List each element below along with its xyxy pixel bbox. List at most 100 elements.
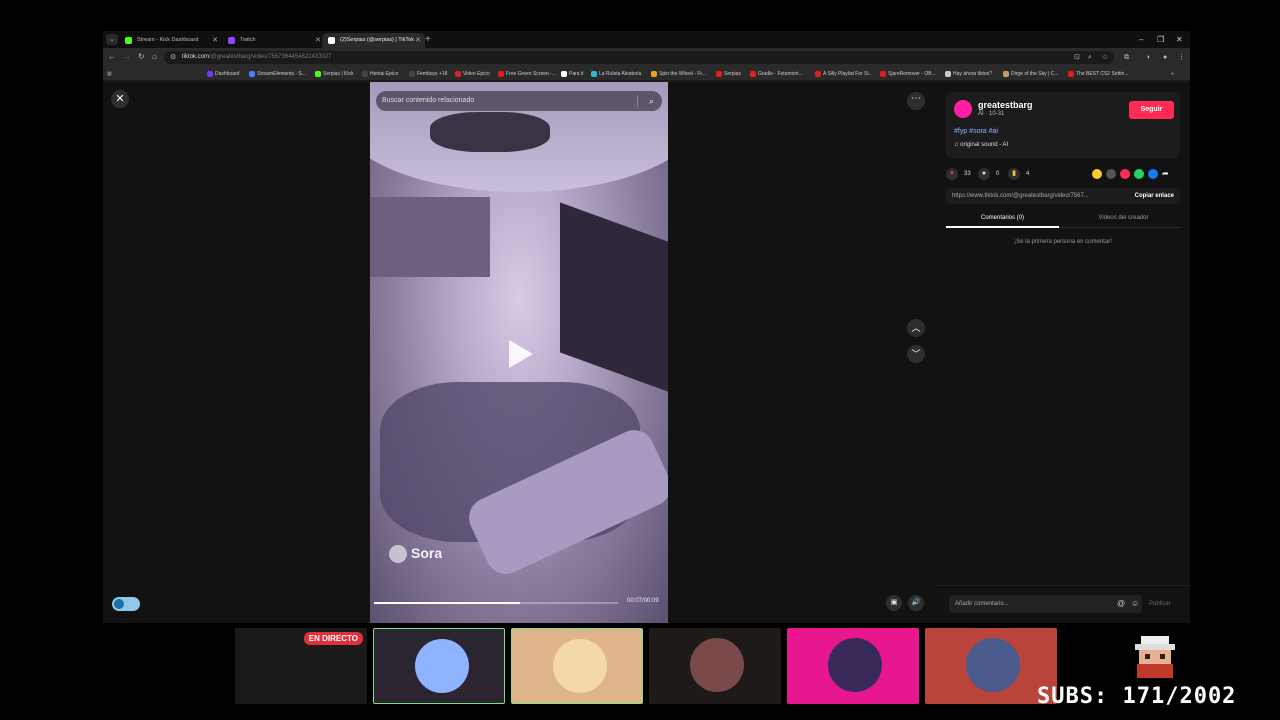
bookmark-icon bbox=[455, 71, 461, 77]
progress-fill bbox=[374, 602, 521, 604]
comment-input[interactable]: Añadir comentario... @ ☺ bbox=[949, 595, 1142, 613]
whatsapp-icon[interactable] bbox=[1134, 169, 1144, 179]
follow-button[interactable]: Seguir bbox=[1129, 101, 1174, 119]
mention-icon[interactable]: @ bbox=[1117, 595, 1125, 613]
tab-label: (2)Serpias (@serpias) | TikTok bbox=[340, 37, 414, 43]
subs-counter: SUBS: 171/2002 bbox=[1037, 684, 1237, 709]
home-button[interactable]: ⌂ bbox=[152, 51, 157, 63]
avatar bbox=[415, 639, 469, 693]
bookmark-para-ti[interactable]: Para ti bbox=[561, 69, 583, 79]
previous-video-icon[interactable]: ︿ bbox=[907, 319, 925, 337]
like-button[interactable]: ♥ 33 bbox=[946, 166, 971, 182]
search-icon[interactable]: ⌕ bbox=[649, 91, 654, 111]
more-bookmarks-icon[interactable]: » bbox=[1171, 69, 1174, 79]
avatar[interactable] bbox=[954, 100, 972, 118]
comment-button[interactable]: ● 0 bbox=[978, 166, 999, 182]
minimize-button[interactable]: – bbox=[1139, 33, 1143, 47]
streamer-slot bbox=[649, 628, 781, 704]
bookmark-star-icon[interactable]: ☆ bbox=[1102, 52, 1108, 63]
forward-button[interactable]: → bbox=[123, 51, 131, 63]
bookmark-spin-wheel[interactable]: Spin the Wheel - Fr... bbox=[651, 69, 706, 79]
account-icon[interactable]: ◐ bbox=[1147, 52, 1151, 63]
toggle-knob bbox=[114, 599, 124, 609]
save-count: 4 bbox=[1026, 171, 1030, 177]
close-tab-icon[interactable]: ✕ bbox=[415, 33, 421, 48]
bookmark-gradle[interactable]: Gradle - Fotomont... bbox=[750, 69, 803, 79]
related-search-input[interactable]: Buscar contenido relacionado ⌕ bbox=[376, 91, 662, 111]
tab-label: Stream - Kick Dashboard bbox=[137, 37, 199, 43]
autoscroll-toggle[interactable] bbox=[112, 597, 140, 611]
copy-link-button[interactable]: Copiar enlace bbox=[1135, 188, 1174, 204]
bookmark-femboys[interactable]: Femboys +18 bbox=[409, 69, 447, 79]
close-icon[interactable]: ✕ bbox=[111, 90, 129, 108]
bookmark-icon bbox=[315, 71, 321, 77]
bookmark-green-screen[interactable]: Free Green Screen -... bbox=[498, 69, 556, 79]
close-tab-icon[interactable]: ✕ bbox=[212, 33, 218, 48]
sora-logo-icon bbox=[389, 545, 407, 564]
bookmark-streamelements[interactable]: StreamElements - S... bbox=[249, 69, 306, 79]
save-button[interactable]: ▮ 4 bbox=[1008, 166, 1029, 182]
play-icon[interactable] bbox=[509, 340, 533, 368]
extensions-icon[interactable]: ⧉ bbox=[1124, 52, 1129, 63]
bookmark-label: The BEST CS2 Settin... bbox=[1076, 71, 1129, 77]
video-player[interactable]: Buscar contenido relacionado ⌕ Sora 00:0… bbox=[370, 82, 668, 623]
new-tab-button[interactable]: + bbox=[425, 33, 431, 47]
bookmark-silly-playlist[interactable]: A Silly Playlist For Si... bbox=[815, 69, 873, 79]
reload-button[interactable]: ↻ bbox=[138, 51, 145, 63]
like-count: 33 bbox=[964, 171, 971, 177]
bookmark-tiktos[interactable]: Hay ahora tiktos? bbox=[945, 69, 992, 79]
bookmark-icon bbox=[815, 71, 821, 77]
bookmark-label: Serpias | Kick bbox=[323, 71, 354, 77]
menu-icon[interactable]: ⋮ bbox=[1178, 52, 1185, 63]
close-window-button[interactable]: ✕ bbox=[1176, 33, 1183, 47]
facebook-icon[interactable] bbox=[1148, 169, 1158, 179]
bookmark-video-epico[interactable]: Video Epico bbox=[455, 69, 490, 79]
bookmark-dirge[interactable]: Dirge of the Sky | C... bbox=[1003, 69, 1058, 79]
creator-subtitle: AI · 10-31 bbox=[978, 111, 1005, 117]
tab-twitch[interactable]: Twitch ✕ bbox=[222, 33, 325, 48]
bookmark-label: Spin the Wheel - Fr... bbox=[659, 71, 706, 77]
bookmark-sjareremover[interactable]: SjareRemover - OB... bbox=[880, 69, 936, 79]
bookmark-cs2[interactable]: The BEST CS2 Settin... bbox=[1068, 69, 1128, 79]
install-icon[interactable]: ⊡ bbox=[1074, 52, 1080, 63]
back-button[interactable]: ← bbox=[108, 51, 116, 63]
tab-search-icon[interactable]: ⌄ bbox=[106, 34, 118, 45]
address-bar[interactable]: ⚙ tiktok.com/@greatestbarg/video/7567364… bbox=[164, 51, 1114, 64]
site-info-icon[interactable]: ⚙ bbox=[170, 51, 176, 64]
send-to-friends-icon[interactable] bbox=[1120, 169, 1130, 179]
close-tab-icon[interactable]: ✕ bbox=[315, 33, 321, 48]
more-options-icon[interactable]: ⋯ bbox=[907, 92, 925, 110]
tab-comments[interactable]: Comentarios (0) bbox=[946, 210, 1059, 228]
video-link[interactable]: https://www.tiktok.com/@greatestbarg/vid… bbox=[952, 188, 1112, 204]
share-icon[interactable]: ➦ bbox=[1162, 169, 1172, 179]
tab-creator-videos[interactable]: Videos del creador bbox=[1067, 210, 1180, 226]
apps-icon[interactable]: ▦ bbox=[107, 69, 112, 79]
emoji-icon[interactable]: ☺ bbox=[1131, 595, 1139, 613]
bookmark-hentai[interactable]: Hentai Epico bbox=[362, 69, 398, 79]
repost-icon[interactable] bbox=[1092, 169, 1102, 179]
video-progress-bar[interactable] bbox=[374, 602, 618, 604]
tab-tiktok[interactable]: (2)Serpias (@serpias) | TikTok ✕ bbox=[322, 33, 425, 48]
bookmark-icon bbox=[651, 71, 657, 77]
floating-player-icon[interactable]: ▣ bbox=[886, 595, 902, 611]
publish-button[interactable]: Publicar bbox=[1149, 595, 1171, 613]
volume-icon[interactable]: 🔊 bbox=[908, 595, 924, 611]
zoom-icon[interactable]: ⌕ bbox=[1088, 52, 1092, 63]
next-video-icon[interactable]: ﹀ bbox=[907, 345, 925, 363]
bookmark-kick[interactable]: Serpias | Kick bbox=[315, 69, 353, 79]
embed-icon[interactable] bbox=[1106, 169, 1116, 179]
video-frame-wall bbox=[560, 202, 668, 392]
avatar bbox=[690, 638, 744, 692]
bookmark-dashboard[interactable]: Dashboard bbox=[207, 69, 239, 79]
restore-button[interactable]: ❐ bbox=[1157, 33, 1164, 47]
url-host: tiktok.com bbox=[182, 54, 210, 60]
creator-name[interactable]: greatestbarg bbox=[978, 100, 1033, 110]
profile-icon[interactable]: ● bbox=[1163, 52, 1167, 63]
tab-kick[interactable]: Stream - Kick Dashboard ✕ bbox=[119, 33, 222, 48]
hashtags[interactable]: #fyp #sora #ai bbox=[954, 128, 998, 135]
url-path: /@greatestbarg/video/7567364454822433027 bbox=[209, 54, 332, 60]
sound-link[interactable]: ♫ original sound - AI bbox=[954, 142, 1008, 148]
live-badge: EN DIRECTO bbox=[303, 632, 363, 645]
bookmark-serpias[interactable]: Serpias bbox=[716, 69, 741, 79]
bookmark-ruleta[interactable]: La Ruleta Aleatoria bbox=[591, 69, 641, 79]
